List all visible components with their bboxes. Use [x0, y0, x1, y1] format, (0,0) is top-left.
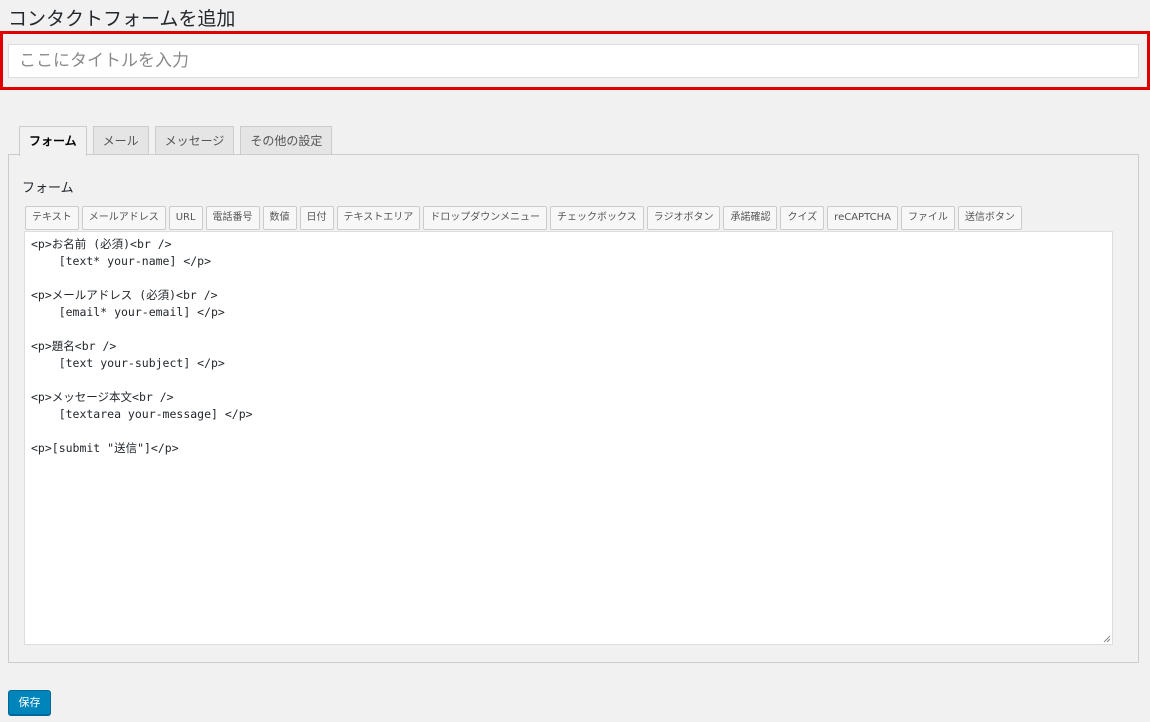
tab-additional-settings[interactable]: その他の設定 — [240, 126, 333, 155]
page: コンタクトフォームを追加 フォーム メール メッセージ その他の設定 フォーム … — [0, 0, 1150, 722]
tag-button-tel[interactable]: 電話番号 — [205, 206, 260, 230]
tab-form[interactable]: フォーム — [19, 126, 87, 156]
save-button[interactable]: 保存 — [8, 690, 51, 715]
tag-button-quiz[interactable]: クイズ — [780, 206, 825, 230]
title-input[interactable] — [8, 44, 1139, 78]
tag-button-file[interactable]: ファイル — [900, 206, 955, 230]
tag-button-email[interactable]: メールアドレス — [81, 206, 166, 230]
tag-button-date[interactable]: 日付 — [299, 206, 334, 230]
tag-button-submit[interactable]: 送信ボタン — [957, 206, 1022, 230]
tag-button-url[interactable]: URL — [168, 206, 203, 230]
form-panel: フォーム テキスト メールアドレス URL 電話番号 数値 日付 テキストエリア… — [8, 154, 1139, 663]
tag-button-number[interactable]: 数値 — [262, 206, 297, 230]
page-title: コンタクトフォームを追加 — [8, 8, 236, 30]
resize-grip-icon[interactable] — [1103, 635, 1111, 643]
tab-messages[interactable]: メッセージ — [154, 126, 235, 155]
tag-button-recaptcha[interactable]: reCAPTCHA — [827, 206, 898, 230]
tab-mail[interactable]: メール — [92, 126, 149, 155]
tag-button-text[interactable]: テキスト — [25, 206, 79, 230]
tag-button-dropdown[interactable]: ドロップダウンメニュー — [423, 206, 547, 230]
form-panel-heading: フォーム — [22, 181, 74, 196]
tab-bar: フォーム メール メッセージ その他の設定 — [19, 126, 333, 156]
tag-button-acceptance[interactable]: 承諾確認 — [723, 206, 778, 230]
tag-generator-buttons: テキスト メールアドレス URL 電話番号 数値 日付 テキストエリア ドロップ… — [25, 206, 1022, 230]
tag-button-textarea[interactable]: テキストエリア — [336, 206, 421, 230]
tag-button-checkbox[interactable]: チェックボックス — [549, 206, 644, 230]
tag-button-radio[interactable]: ラジオボタン — [646, 206, 721, 230]
form-template-editor[interactable]: <p>お名前 (必須)<br /> [text* your-name] </p>… — [24, 231, 1113, 645]
